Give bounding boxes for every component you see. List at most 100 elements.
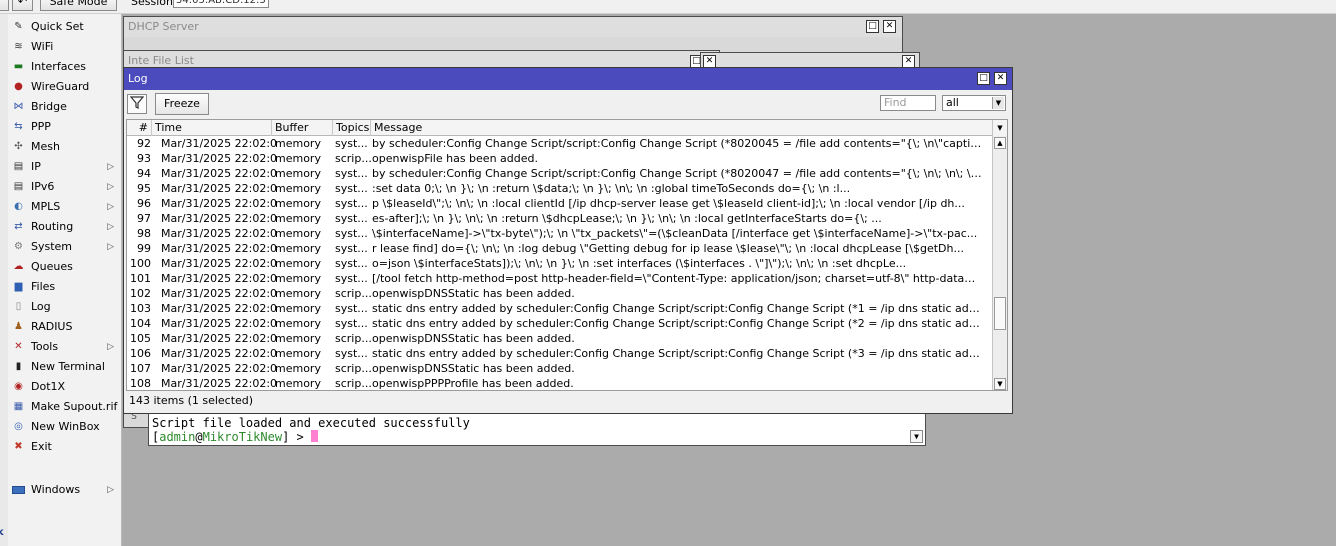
table-row[interactable]: 99 Mar/31/2025 22:02:06 memory syst... r lea… (127, 241, 993, 256)
chevron-right-icon: ▷ (107, 202, 114, 212)
log-topics: syst... (335, 197, 368, 210)
close-icon[interactable]: ✕ (994, 72, 1007, 85)
terminal-output-line: Script file loaded and executed successf… (152, 416, 470, 430)
prompt-at: @ (195, 430, 203, 444)
table-row[interactable]: 107 Mar/31/2025 22:02:06 memory scrip... ope… (127, 361, 993, 376)
prompt-host: MikroTikNew (202, 430, 283, 444)
log-message: \$interfaceName]->\"tx-byte\");\; \n \"t… (372, 227, 978, 240)
sidebar-item-label: Exit (31, 440, 52, 453)
topic-filter-select[interactable]: all ▼ (942, 95, 1006, 111)
folder-icon: ▆ (14, 281, 23, 292)
session-field[interactable]: 54:05:AB:CD:12:3 (173, 0, 269, 8)
sidebar-item-make-supout-rif[interactable]: ▦ Make Supout.rif (8, 397, 122, 417)
table-row[interactable]: 108 Mar/31/2025 22:02:06 memory scrip... ope… (127, 376, 993, 390)
sidebar-item-system[interactable]: ⚙ System ▷ (8, 237, 122, 257)
log-time: Mar/31/2025 22:02:06 (161, 167, 277, 180)
filter-icon[interactable] (127, 94, 147, 114)
table-row[interactable]: 93 Mar/31/2025 22:02:06 memory scrip... open… (127, 151, 993, 166)
sidebar-item-ip[interactable]: ▤ IP ▷ (8, 157, 122, 177)
sidebar-item-new-terminal[interactable]: ▮ New Terminal (8, 357, 122, 377)
scroll-down-icon[interactable]: ▼ (994, 378, 1006, 390)
sidebar-item-ipv6[interactable]: ▤ IPv6 ▷ (8, 177, 122, 197)
vertical-scrollbar[interactable]: ▲ ▼ (992, 136, 1007, 390)
close-icon[interactable]: ✕ (883, 20, 896, 33)
dot1x-icon: ◉ (14, 381, 23, 392)
sidebar-item-files[interactable]: ▆ Files (8, 277, 122, 297)
sidebar-item-queues[interactable]: ☁ Queues (8, 257, 122, 277)
maximize-icon[interactable]: □ (866, 20, 879, 33)
table-row[interactable]: 105 Mar/31/2025 22:02:06 memory scrip... ope… (127, 331, 993, 346)
column-header-message[interactable]: Message (371, 120, 993, 136)
exit-icon: ✖ (14, 441, 23, 452)
scrollbar-thumb[interactable] (994, 297, 1006, 330)
table-row[interactable]: 94 Mar/31/2025 22:02:06 memory syst... by s… (127, 166, 993, 181)
sidebar-item-tools[interactable]: ✕ Tools ▷ (8, 337, 122, 357)
status-bar-text: 143 items (1 selected) (129, 394, 254, 407)
terminal-window[interactable]: S Script file loaded and executed succes… (131, 411, 926, 446)
table-row[interactable]: 106 Mar/31/2025 22:02:06 memory syst... stat… (127, 346, 993, 361)
sidebar-item-label: Interfaces (31, 60, 86, 73)
sidebar-item-routing[interactable]: ⇄ Routing ▷ (8, 217, 122, 237)
table-row[interactable]: 98 Mar/31/2025 22:02:06 memory syst... \$int… (127, 226, 993, 241)
log-topics: syst... (335, 317, 368, 330)
log-buffer: memory (275, 317, 321, 330)
log-message: by scheduler:Config Change Script/script… (372, 137, 984, 150)
column-header-buffer[interactable]: Buffer (272, 120, 333, 136)
sidebar-item-wireguard[interactable]: ● WireGuard (8, 77, 122, 97)
sidebar-item-mesh[interactable]: ✣ Mesh (8, 137, 122, 157)
log-time: Mar/31/2025 22:02:06 (161, 137, 277, 150)
sidebar-item-exit[interactable]: ✖ Exit (8, 437, 122, 457)
table-row[interactable]: 102 Mar/31/2025 22:02:06 memory scrip... ope… (127, 286, 993, 301)
sidebar-item-ppp[interactable]: ⇆ PPP (8, 117, 122, 137)
sidebar-item-new-winbox[interactable]: ◎ New WinBox (8, 417, 122, 437)
scroll-up-icon[interactable]: ▲ (994, 137, 1006, 149)
table-row[interactable]: 95 Mar/31/2025 22:02:06 memory syst... :set… (127, 181, 993, 196)
log-number: 108 (130, 377, 151, 390)
redo-button[interactable]: ↶ (12, 0, 33, 11)
safe-mode-button[interactable]: Safe Mode (40, 0, 117, 11)
log-time: Mar/31/2025 22:02:06 (161, 302, 277, 315)
undo-button[interactable] (0, 0, 9, 11)
sidebar-item-interfaces[interactable]: ▬ Interfaces (8, 57, 122, 77)
log-buffer: memory (275, 242, 321, 255)
table-row[interactable]: 100 Mar/31/2025 22:02:06 memory syst... o=js… (127, 256, 993, 271)
log-message: by scheduler:Config Change Script/script… (372, 167, 984, 180)
mpls-icon: ◐ (14, 201, 23, 212)
ip-icon: ▤ (13, 161, 24, 172)
winbox-icon: ◎ (14, 421, 23, 432)
table-row[interactable]: 97 Mar/31/2025 22:02:06 memory syst... es-af… (127, 211, 993, 226)
log-rows: 92 Mar/31/2025 22:02:06 memory syst... by s… (127, 136, 993, 390)
sidebar-item-bridge[interactable]: ⋈ Bridge (8, 97, 122, 117)
sidebar-item-dot1x[interactable]: ◉ Dot1X (8, 377, 122, 397)
sidebar-item-log[interactable]: ▯ Log (8, 297, 122, 317)
columns-menu-icon[interactable]: ▼ (992, 120, 1007, 136)
log-buffer: memory (275, 332, 321, 345)
column-header-number[interactable]: # (127, 120, 152, 136)
sidebar-item-mpls[interactable]: ◐ MPLS ▷ (8, 197, 122, 217)
table-header: # Time Buffer Topics Message (127, 120, 993, 136)
sidebar-item-windows[interactable]: Windows ▷ (8, 480, 122, 500)
log-message: o=json \$interfaceStats]);\; \n\; \n }\;… (372, 257, 907, 270)
terminal-prompt[interactable]: [admin@MikroTikNew] > (152, 430, 318, 444)
sidebar-item-radius[interactable]: ♟ RADIUS (8, 317, 122, 337)
table-row[interactable]: 101 Mar/31/2025 22:02:06 memory syst... [/to… (127, 271, 993, 286)
column-header-topics[interactable]: Topics (333, 120, 371, 136)
maximize-icon[interactable]: □ (977, 72, 990, 85)
log-number: 92 (137, 137, 151, 150)
table-row[interactable]: 92 Mar/31/2025 22:02:06 memory syst... by s… (127, 136, 993, 151)
table-row[interactable]: 103 Mar/31/2025 22:02:06 memory syst... stat… (127, 301, 993, 316)
interfaces-icon: ▬ (13, 61, 24, 72)
sidebar-item-wifi[interactable]: ≋ WiFi (8, 37, 122, 57)
table-row[interactable]: 104 Mar/31/2025 22:02:06 memory syst... stat… (127, 316, 993, 331)
log-time: Mar/31/2025 22:02:06 (161, 362, 277, 375)
column-header-time[interactable]: Time (152, 120, 272, 136)
sidebar-item-label: New Terminal (31, 360, 105, 373)
log-number: 104 (130, 317, 151, 330)
scroll-down-icon[interactable]: ▼ (910, 430, 923, 443)
log-topics: syst... (335, 167, 368, 180)
sidebar-item-quick-set[interactable]: ✎ Quick Set (8, 17, 122, 37)
freeze-button[interactable]: Freeze (155, 93, 209, 115)
find-input[interactable]: Find (880, 95, 936, 111)
table-row[interactable]: 96 Mar/31/2025 22:02:06 memory syst... p \$l… (127, 196, 993, 211)
log-window: Log □ ✕ Freeze Find all ▼ # Time Buffer T… (123, 67, 1013, 414)
